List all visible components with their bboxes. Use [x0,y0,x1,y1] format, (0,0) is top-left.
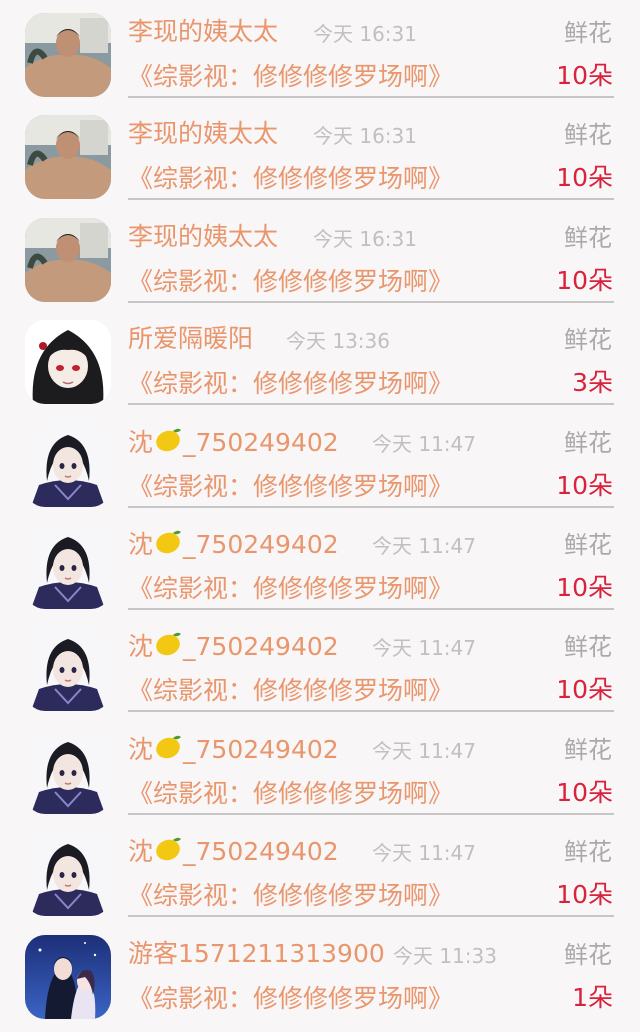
send-time: 今天 11:33 [393,943,497,968]
book-title[interactable]: 《综影视：修修修修罗场啊》 [128,265,453,299]
anime-warrior-avatar-icon [25,627,111,712]
divider [128,812,614,815]
lemon-icon [156,428,182,451]
send-time: 今天 11:47 [372,738,476,763]
list-item[interactable]: 所爱隔暖阳 今天 13:36 鲜花 《综影视：修修修修罗场啊》 3朵 [0,307,640,409]
anime-warrior-avatar-icon [25,422,111,507]
sender-name[interactable]: 李现的姨太太 [128,117,278,151]
book-title[interactable]: 《综影视：修修修修罗场啊》 [128,879,453,913]
anime-warrior-avatar-icon [25,832,111,917]
divider [128,403,614,406]
avatar[interactable] [25,627,111,712]
list-item[interactable]: 李现的姨太太 今天 16:31 鲜花 《综影视：修修修修罗场啊》 10朵 [0,0,640,102]
anime-warrior-avatar-icon [25,729,111,814]
send-time: 今天 16:31 [313,22,417,46]
sender-name[interactable]: 沈 _750249402 [128,629,339,664]
sender-name[interactable]: 沈 _750249402 [128,732,339,767]
avatar[interactable] [25,934,111,1019]
gift-count: 10朵 [556,163,613,193]
sender-name[interactable]: 游客1571211313900 [128,937,385,971]
send-time: 今天 11:47 [372,534,476,558]
gift-count: 10朵 [556,61,613,90]
anime-couple-avatar-icon [25,934,111,1019]
gift-type: 鲜花 [564,735,612,764]
book-title[interactable]: 《综影视：修修修修罗场啊》 [128,60,453,94]
divider [128,608,614,610]
send-time: 今天 11:47 [372,841,476,866]
avatar[interactable] [25,422,111,507]
book-title[interactable]: 《综影视：修修修修罗场啊》 [128,777,453,811]
divider [128,505,614,508]
gift-type: 鲜花 [564,223,612,252]
list-item[interactable]: 沈 _750249402 今天 11:47 鲜花 《综影视：修修修修罗场啊》 10… [0,410,640,512]
anime-warrior-avatar-icon [25,525,111,609]
avatar[interactable] [25,832,111,917]
send-time: 今天 16:31 [313,226,417,251]
gift-type: 鲜花 [564,121,612,150]
list-item[interactable]: 游客1571211313900 今天 11:33 鲜花 《综影视：修修修修罗场啊… [0,922,640,1024]
lemon-icon [156,837,182,861]
gift-count: 10朵 [556,265,613,295]
gift-record-list: 李现的姨太太 今天 16:31 鲜花 《综影视：修修修修罗场啊》 10朵 李现的… [0,0,640,1032]
gift-count: 10朵 [556,777,613,807]
sender-name[interactable]: 李现的姨太太 [128,220,278,254]
gift-type: 鲜花 [564,428,612,457]
shirtless-man-avatar-icon [25,115,111,200]
gift-type: 鲜花 [564,326,612,355]
list-item[interactable]: 沈 _750249402 今天 11:47 鲜花 《综影视：修修修修罗场啊》 10… [0,717,640,819]
send-time: 今天 11:47 [372,636,476,661]
sender-name[interactable]: 沈 _750249402 [128,527,339,562]
avatar[interactable] [25,525,111,609]
sender-name[interactable]: 所爱隔暖阳 [128,322,253,356]
gift-type: 鲜花 [564,531,612,559]
book-title[interactable]: 《综影视：修修修修罗场啊》 [128,982,453,1016]
gift-type: 鲜花 [564,19,612,47]
list-item[interactable]: 李现的姨太太 今天 16:31 鲜花 《综影视：修修修修罗场啊》 10朵 [0,205,640,307]
avatar[interactable] [25,729,111,814]
gift-count: 3朵 [572,368,613,398]
sender-name[interactable]: 沈 _750249402 [128,425,339,460]
gift-type: 鲜花 [564,633,612,662]
lemon-icon [156,633,182,656]
shirtless-man-avatar-icon [25,217,111,302]
list-item[interactable]: 李现的姨太太 今天 16:31 鲜花 《综影视：修修修修罗场啊》 10朵 [0,102,640,204]
list-item[interactable]: 沈 _750249402 今天 11:47 鲜花 《综影视：修修修修罗场啊》 10… [0,614,640,716]
book-title[interactable]: 《综影视：修修修修罗场啊》 [128,674,453,708]
sender-name[interactable]: 沈 _750249402 [128,834,339,869]
divider [128,710,614,713]
anime-dark-hair-red-eyes-avatar-icon [25,320,111,405]
avatar[interactable] [25,320,111,405]
divider [128,915,614,918]
lemon-icon [156,735,182,759]
send-time: 今天 11:47 [372,431,476,456]
gift-count: 10朵 [556,573,613,602]
book-title[interactable]: 《综影视：修修修修罗场啊》 [128,367,453,401]
list-item[interactable]: 沈 _750249402 今天 11:47 鲜花 《综影视：修修修修罗场啊》 10… [0,512,640,614]
gift-count: 10朵 [556,675,613,705]
list-item[interactable]: 沈 _750249402 今天 11:47 鲜花 《综影视：修修修修罗场啊》 10… [0,819,640,921]
avatar[interactable] [25,13,111,97]
divider [128,300,614,303]
book-title[interactable]: 《综影视：修修修修罗场啊》 [128,470,453,504]
book-title[interactable]: 《综影视：修修修修罗场啊》 [128,572,453,606]
divider [128,96,614,98]
lemon-icon [156,530,182,554]
divider [128,198,614,201]
gift-type: 鲜花 [564,838,612,867]
gift-count: 1朵 [572,982,613,1012]
gift-count: 10朵 [556,470,613,500]
shirtless-man-avatar-icon [25,13,111,97]
avatar[interactable] [25,217,111,302]
sender-name[interactable]: 李现的姨太太 [128,15,278,49]
book-title[interactable]: 《综影视：修修修修罗场啊》 [128,162,453,196]
gift-count: 10朵 [556,880,613,910]
gift-type: 鲜花 [564,940,612,969]
send-time: 今天 13:36 [286,329,390,354]
send-time: 今天 16:31 [313,124,417,149]
avatar[interactable] [25,115,111,200]
